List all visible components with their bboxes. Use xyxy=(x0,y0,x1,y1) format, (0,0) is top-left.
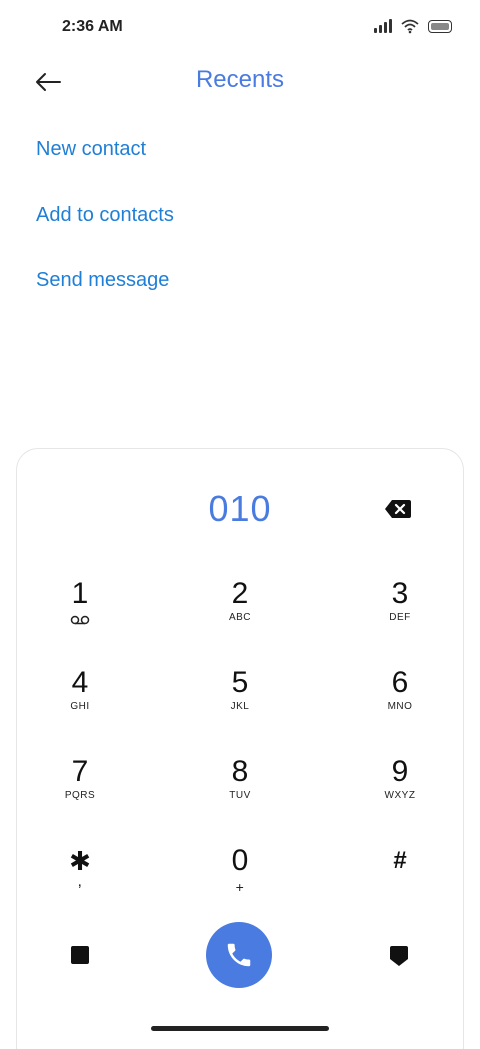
key-digit: 7 xyxy=(71,755,89,788)
key-digit: 8 xyxy=(231,755,249,788)
home-indicator[interactable] xyxy=(151,1026,329,1031)
key-letters: TUV xyxy=(229,790,251,801)
key-1[interactable]: 1 xyxy=(20,578,140,656)
left-action-button[interactable] xyxy=(70,945,90,970)
voicemail-icon xyxy=(20,612,140,626)
add-to-contacts-link[interactable]: Add to contacts xyxy=(36,204,174,227)
key-letters: PQRS xyxy=(64,790,96,801)
key-3[interactable]: 3 DEF xyxy=(340,578,460,656)
key-letters: MNO xyxy=(387,701,413,712)
key-digit: 1 xyxy=(71,577,89,610)
key-letters: , xyxy=(77,873,83,890)
key-2[interactable]: 2 ABC xyxy=(180,578,300,656)
key-digit: 0 xyxy=(231,844,249,877)
key-digit: 5 xyxy=(231,666,249,699)
key-letters: GHI xyxy=(70,701,90,712)
key-digit: 2 xyxy=(231,577,249,610)
backspace-button[interactable] xyxy=(384,498,412,520)
right-action-button[interactable] xyxy=(389,945,409,972)
key-digit: 6 xyxy=(391,666,409,699)
key-digit: 4 xyxy=(71,666,89,699)
key-digit: 9 xyxy=(391,755,409,788)
page-title: Recents xyxy=(195,66,285,93)
key-0[interactable]: 0 + xyxy=(180,845,300,923)
key-star[interactable]: ✱ , xyxy=(20,845,140,923)
phone-icon xyxy=(227,943,251,967)
key-letters: DEF xyxy=(389,612,411,623)
key-letters: + xyxy=(235,879,245,895)
key-5[interactable]: 5 JKL xyxy=(180,667,300,745)
status-bar: 2:36 AM xyxy=(0,0,480,56)
square-icon xyxy=(71,946,89,964)
send-message-link[interactable]: Send message xyxy=(36,269,169,292)
key-7[interactable]: 7 PQRS xyxy=(20,756,140,834)
key-9[interactable]: 9 WXYZ xyxy=(340,756,460,834)
key-letters: JKL xyxy=(230,701,250,712)
battery-icon xyxy=(428,19,452,33)
key-8[interactable]: 8 TUV xyxy=(180,756,300,834)
key-digit: 3 xyxy=(391,577,409,610)
status-time: 2:36 AM xyxy=(62,18,123,35)
tag-icon xyxy=(390,946,408,966)
key-letters: ABC xyxy=(228,612,252,623)
call-button[interactable] xyxy=(206,922,272,988)
wifi-icon xyxy=(401,19,419,34)
key-6[interactable]: 6 MNO xyxy=(340,667,460,745)
key-digit: # xyxy=(393,847,407,874)
new-contact-link[interactable]: New contact xyxy=(36,138,146,161)
status-icons xyxy=(374,18,452,34)
key-hash[interactable]: # xyxy=(340,845,460,923)
key-letters: WXYZ xyxy=(384,790,416,801)
key-4[interactable]: 4 GHI xyxy=(20,667,140,745)
backspace-icon xyxy=(385,500,411,518)
signal-icon xyxy=(374,19,392,33)
